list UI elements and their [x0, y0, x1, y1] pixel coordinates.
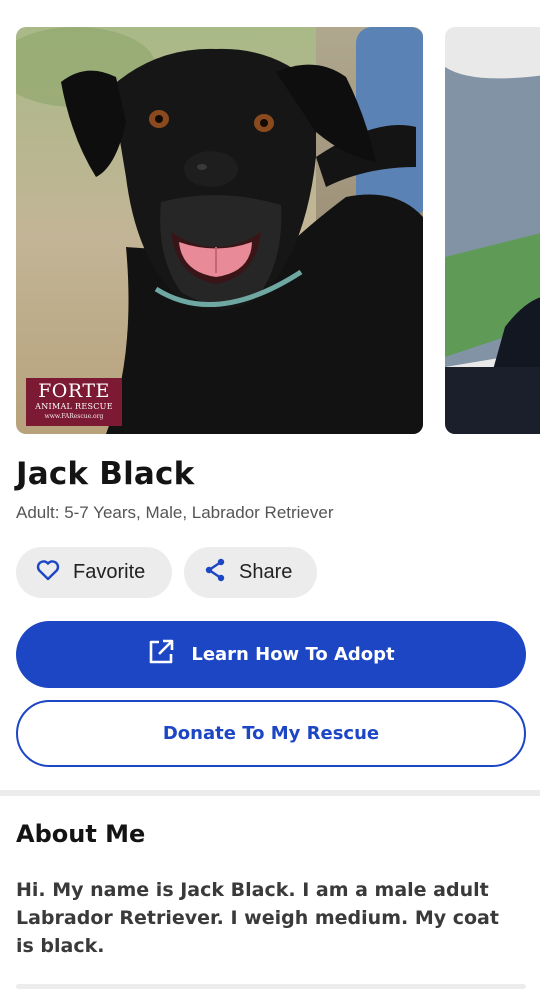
share-button[interactable]: Share	[184, 547, 317, 598]
pet-photo-main[interactable]: FORTE ANIMAL RESCUE www.FARescue.org	[16, 27, 423, 434]
next-photo-image	[445, 27, 540, 434]
logo-line-2: ANIMAL RESCUE	[35, 402, 113, 411]
donate-button-label: Donate To My Rescue	[162, 723, 380, 744]
bottom-divider	[16, 984, 526, 989]
external-link-icon	[147, 638, 191, 671]
logo-line-1: FORTE	[38, 380, 110, 402]
share-icon	[204, 558, 239, 588]
learn-how-to-adopt-button[interactable]: Learn How To Adopt	[16, 621, 526, 688]
adopt-button-label: Learn How To Adopt	[191, 644, 395, 665]
heart-icon	[36, 559, 73, 587]
about-me-text: Hi. My name is Jack Black. I am a male a…	[16, 879, 499, 957]
pet-info: Adult: 5-7 Years, Male, Labrador Retriev…	[16, 503, 334, 522]
share-label: Share	[239, 561, 293, 583]
logo-line-3: www.FARescue.org	[44, 413, 104, 420]
about-me-heading: About Me	[16, 820, 146, 848]
dog-photo-image	[16, 27, 423, 434]
pet-name: Jack Black	[16, 456, 195, 492]
rescue-logo: FORTE ANIMAL RESCUE www.FARescue.org	[26, 378, 122, 426]
pet-photo-next[interactable]	[445, 27, 540, 434]
section-divider	[0, 790, 540, 796]
favorite-button[interactable]: Favorite	[16, 547, 172, 598]
favorite-label: Favorite	[73, 561, 146, 583]
donate-to-my-rescue-button[interactable]: Donate To My Rescue	[16, 700, 526, 767]
photo-carousel[interactable]: FORTE ANIMAL RESCUE www.FARescue.org	[16, 27, 540, 434]
